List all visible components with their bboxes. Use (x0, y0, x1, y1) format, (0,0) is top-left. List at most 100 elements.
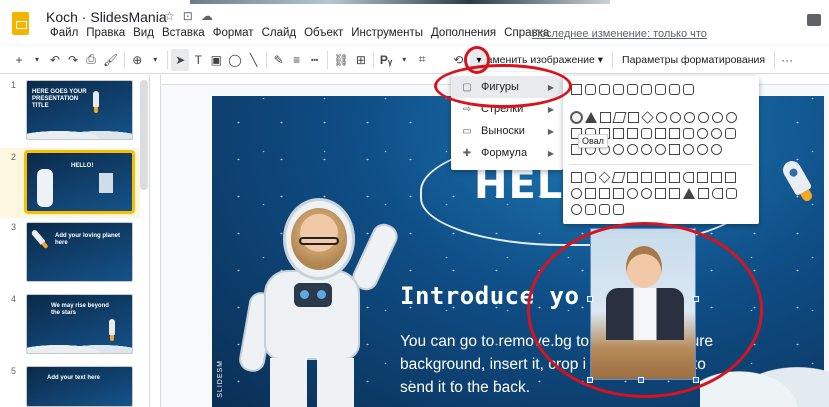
triangle-shape[interactable] (585, 112, 597, 123)
menu-format[interactable]: Формат (209, 27, 258, 39)
menu-addons[interactable]: Дополнения (427, 27, 500, 39)
flowchart-direct-storage-shape[interactable] (599, 204, 610, 215)
move-folder-icon[interactable]: ⊡ (183, 9, 193, 23)
cloud-status-icon[interactable]: ☁ (201, 9, 213, 23)
cloud-shape[interactable] (711, 144, 722, 155)
rounded-rectangle-shape[interactable] (585, 84, 596, 95)
flowchart-multidocument-shape[interactable] (669, 172, 680, 183)
crop-icon[interactable]: ⌗ (413, 49, 431, 71)
slide-thumbnail-4[interactable]: We may rise beyond the stars (26, 294, 133, 354)
slide-thumbnail-2[interactable]: HELLO! (24, 150, 135, 214)
flowchart-predefined-shape[interactable] (627, 172, 638, 183)
menu-slide[interactable]: Слайд (258, 27, 301, 39)
plaque-shape[interactable] (641, 128, 652, 139)
pentagon-shape[interactable] (656, 112, 667, 123)
no-symbol-shape[interactable] (711, 128, 722, 139)
folded-corner-shape[interactable] (725, 128, 736, 139)
slide-thumbnail-3[interactable]: Add your loving planet here (26, 222, 133, 282)
menu-edit[interactable]: Правка (82, 27, 129, 39)
round-corner-shape[interactable] (627, 84, 638, 95)
flowchart-sequential-storage-shape[interactable] (571, 204, 582, 215)
bevel-shape[interactable] (683, 128, 694, 139)
cube-shape[interactable] (669, 128, 680, 139)
round-corner-shape[interactable] (669, 84, 680, 95)
menu-insert[interactable]: Вставка (158, 27, 209, 39)
print-icon[interactable]: ⎙ (82, 49, 100, 71)
sun-shape[interactable] (683, 144, 694, 155)
round-corner-shape[interactable] (683, 84, 694, 95)
diamond-shape[interactable] (641, 111, 654, 124)
chevron-down-icon[interactable]: ▾ (146, 49, 164, 71)
filmstrip-scrollbar[interactable] (140, 80, 148, 190)
flowchart-merge-shape[interactable] (698, 188, 709, 199)
select-pointer-icon[interactable]: ➤ (171, 48, 190, 71)
flowchart-alt-process-shape[interactable] (585, 172, 596, 183)
slide-thumbnail-1[interactable]: HERE GOES YOUR PRESENTATION TITLE (26, 80, 133, 140)
menu-item-callouts[interactable]: ▭ Выноски ▶ (451, 120, 563, 142)
parallelogram-shape[interactable] (612, 112, 627, 123)
cross-shape[interactable] (627, 128, 638, 139)
menu-tools[interactable]: Инструменты (347, 27, 427, 39)
snip-corner-shape[interactable] (599, 84, 610, 95)
flowchart-magnetic-disk-shape[interactable] (585, 204, 596, 215)
link-icon[interactable]: ⛓ (331, 49, 352, 71)
flowchart-stored-data-shape[interactable] (712, 188, 723, 199)
flowchart-internal-storage-shape[interactable] (641, 172, 652, 183)
slides-logo-icon[interactable] (12, 12, 29, 35)
dodecagon-shape[interactable] (726, 112, 737, 123)
can-shape[interactable] (655, 128, 666, 139)
smiley-face-shape[interactable] (641, 144, 652, 155)
chevron-down-icon[interactable]: ▾ (28, 49, 46, 71)
chevron-down-icon[interactable]: ▾ (395, 49, 413, 71)
menu-view[interactable]: Вид (129, 27, 158, 39)
zoom-icon[interactable]: ⊕ (128, 49, 146, 71)
flowchart-data-shape[interactable] (611, 172, 626, 183)
flowchart-or-shape[interactable] (641, 188, 652, 199)
flowchart-offpage-shape[interactable] (585, 188, 596, 199)
flowchart-collate-shape[interactable] (655, 188, 666, 199)
paint-format-icon[interactable]: 🖌 (100, 49, 121, 71)
flowchart-sort-shape[interactable] (669, 188, 680, 199)
flowchart-terminator-shape[interactable] (683, 172, 694, 183)
flowchart-summing-junction-shape[interactable] (627, 188, 638, 199)
menu-object[interactable]: Объект (300, 27, 347, 39)
flowchart-document-shape[interactable] (655, 172, 666, 183)
pen-icon[interactable]: ✎ (270, 49, 288, 71)
format-options-button[interactable]: Параметры форматирования (616, 49, 771, 71)
image-icon[interactable]: ▣ (207, 49, 225, 71)
round-corner-shape[interactable] (655, 84, 666, 95)
line-weight-icon[interactable]: ≡ (288, 49, 306, 71)
snip-corner-shape[interactable] (613, 84, 624, 95)
lightning-shape[interactable] (669, 144, 680, 155)
right-triangle-shape[interactable] (600, 112, 611, 123)
octagon-shape[interactable] (698, 112, 709, 123)
moon-shape[interactable] (697, 144, 708, 155)
rectangle-shape[interactable] (571, 84, 582, 95)
text-box-icon[interactable]: T (189, 49, 207, 71)
diagonal-stripe-shape[interactable] (613, 128, 624, 139)
document-title[interactable]: Koch · SlidesMania (46, 9, 167, 25)
oval-shape[interactable] (570, 111, 583, 124)
more-options-button[interactable]: ··· (778, 49, 796, 71)
comments-icon[interactable] (807, 14, 821, 26)
line-dash-icon[interactable]: ┅ (306, 49, 324, 71)
heart-shape[interactable] (655, 144, 666, 155)
flowchart-preparation-shape[interactable] (697, 172, 708, 183)
flowchart-punched-tape-shape[interactable] (613, 188, 624, 199)
mask-image-icon[interactable]: Pᵧ (377, 49, 395, 71)
new-slide-icon[interactable]: + (10, 49, 28, 71)
donut-shape[interactable] (697, 128, 708, 139)
flowchart-process-shape[interactable] (571, 172, 582, 183)
flowchart-manual-operation-shape[interactable] (725, 172, 736, 183)
line-icon[interactable]: ╲ (245, 49, 263, 71)
last-edit-link[interactable]: Последнее изменение: только что (532, 28, 707, 40)
decagon-shape[interactable] (712, 112, 723, 123)
round-corner-shape[interactable] (641, 84, 652, 95)
arc-shape[interactable] (627, 144, 638, 155)
block-arc-shape[interactable] (613, 144, 624, 155)
flowchart-connector-shape[interactable] (571, 188, 582, 199)
flowchart-delay-shape[interactable] (726, 188, 737, 199)
menu-file[interactable]: Файл (46, 27, 82, 39)
slide-thumbnail-5[interactable]: Add your text here (26, 366, 133, 407)
flowchart-card-shape[interactable] (599, 188, 610, 199)
